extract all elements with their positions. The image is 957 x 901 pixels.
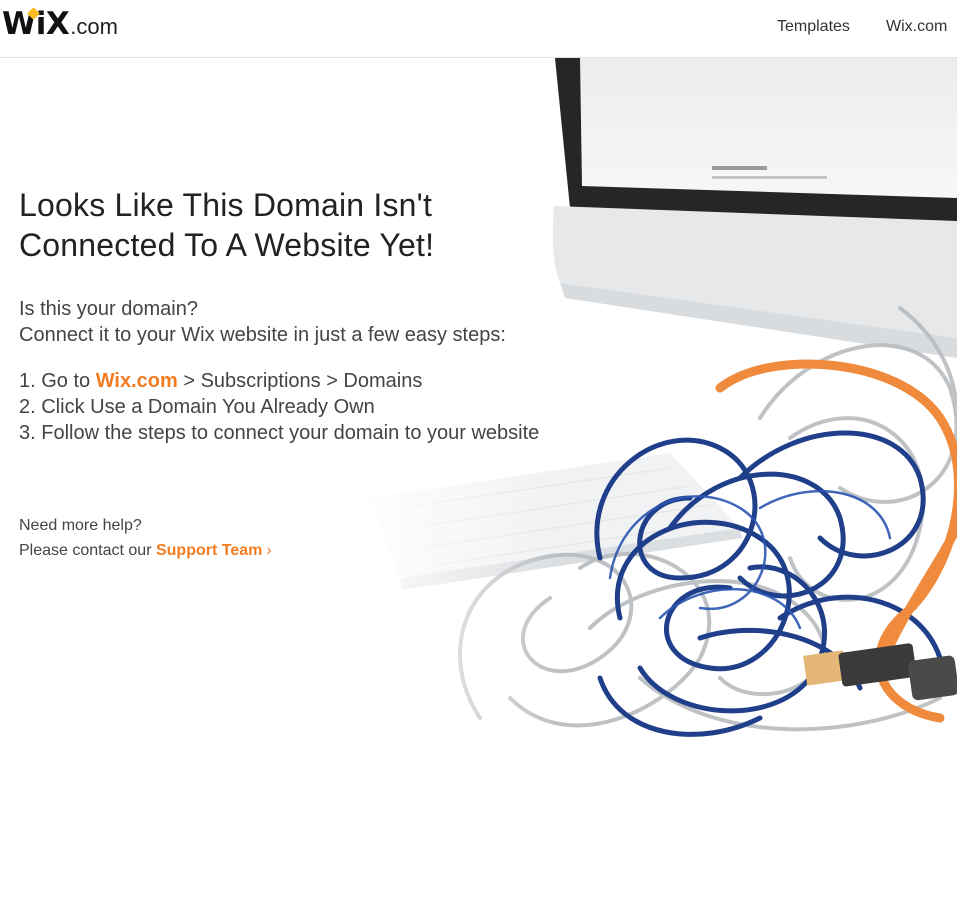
steps-list: 1. Go to Wix.com > Subscriptions > Domai… xyxy=(19,368,539,446)
wix-com-link[interactable]: Wix.com xyxy=(96,370,178,392)
help-line-2: Please contact our Support Team › xyxy=(19,538,272,563)
step-1: 1. Go to Wix.com > Subscriptions > Domai… xyxy=(19,368,539,394)
step-1-prefix: 1. Go to xyxy=(19,370,96,392)
page-title: Looks Like This Domain Isn't Connected T… xyxy=(19,185,579,265)
intro-text: Is this your domain? Connect it to your … xyxy=(19,296,506,348)
wix-logo[interactable]: WiX .com xyxy=(2,6,118,42)
help-line-1: Need more help? xyxy=(19,517,142,534)
step-2: 2. Click Use a Domain You Already Own xyxy=(19,396,375,418)
nav-wix-link[interactable]: Wix.com xyxy=(886,18,947,36)
intro-line-2: Connect it to your Wix website in just a… xyxy=(19,324,506,346)
title-line-2: Connected To A Website Yet! xyxy=(19,227,435,263)
nav-templates-link[interactable]: Templates xyxy=(777,18,850,36)
title-line-1: Looks Like This Domain Isn't xyxy=(19,187,433,223)
top-header: WiX .com Templates Wix.com xyxy=(0,0,957,58)
logo-suffix: .com xyxy=(70,14,118,39)
chevron-right-icon: › xyxy=(266,542,272,559)
step-1-suffix: > Subscriptions > Domains xyxy=(177,370,423,392)
logo-dot-icon xyxy=(27,7,40,20)
logo-wordmark: WiX xyxy=(2,6,70,42)
intro-line-1: Is this your domain? xyxy=(19,298,198,320)
tangled-cables-illustration xyxy=(340,58,957,838)
help-line-2-prefix: Please contact our xyxy=(19,542,156,559)
support-team-link[interactable]: Support Team xyxy=(156,542,262,559)
step-3: 3. Follow the steps to connect your doma… xyxy=(19,422,540,444)
help-section: Need more help? Please contact our Suppo… xyxy=(19,513,272,563)
